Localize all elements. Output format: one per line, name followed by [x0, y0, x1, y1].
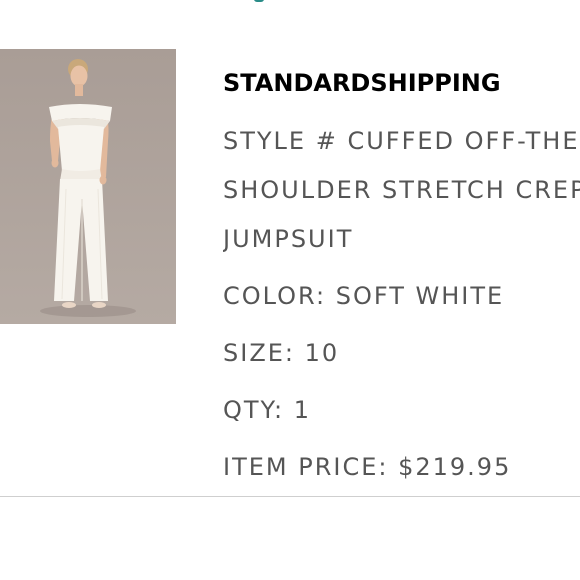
- shipping-method-title: STANDARDSHIPPING: [223, 69, 501, 97]
- item-color: COLOR: SOFT WHITE: [223, 282, 505, 310]
- style-name-line-1: STYLE # CUFFED OFF-THE-: [223, 127, 580, 155]
- style-name-line-3: JUMPSUIT: [223, 225, 354, 253]
- style-name-line-2: SHOULDER STRETCH CREPE: [223, 176, 580, 204]
- product-photo-jumpsuit: [0, 49, 176, 324]
- item-price: ITEM PRICE: $219.95: [223, 453, 512, 481]
- section-divider: [0, 496, 580, 497]
- product-image[interactable]: [0, 49, 176, 324]
- item-quantity: QTY: 1: [223, 396, 312, 424]
- order-item-page: STANDARDSHIPPING STYLE # CUFFED OFF-THE-…: [0, 0, 580, 580]
- item-size: SIZE: 10: [223, 339, 340, 367]
- order-item-details: STANDARDSHIPPING STYLE # CUFFED OFF-THE-…: [223, 0, 580, 500]
